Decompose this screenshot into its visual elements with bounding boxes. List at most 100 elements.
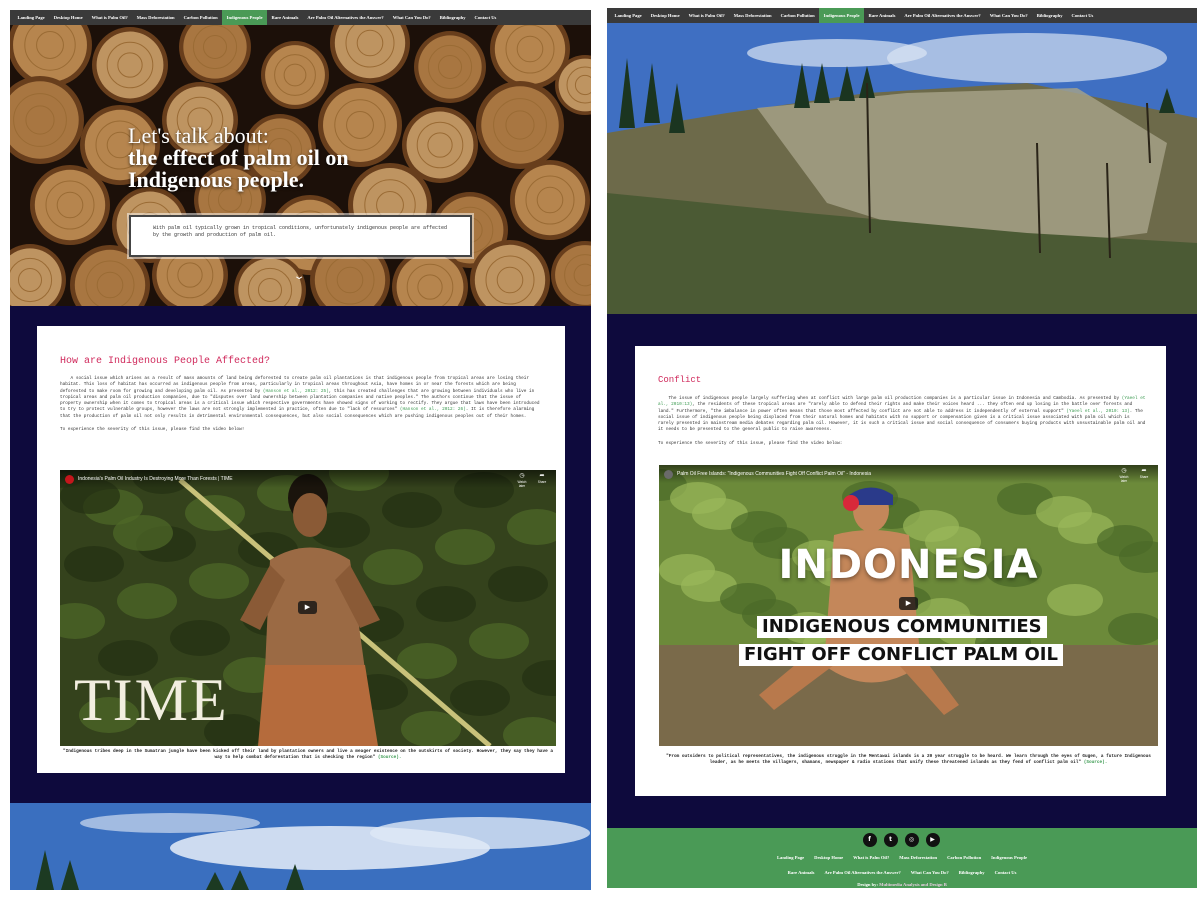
nav-item-what-is-palm-oil[interactable]: What is Palm Oil?	[684, 8, 729, 23]
share-button[interactable]: ➦ Share	[536, 473, 548, 488]
section-heading: Conflict	[658, 375, 702, 385]
loincloth	[258, 665, 378, 746]
nav-item-bibliography[interactable]: Bibliography	[435, 10, 470, 25]
nav-item-landing-page[interactable]: Landing Page	[610, 8, 646, 23]
video-actions: ◷ Watch later ➦ Share	[1118, 468, 1150, 483]
cloud	[747, 39, 927, 67]
landscape-photo	[607, 23, 1197, 314]
footer-link-indigenous-people[interactable]: Indigenous People	[986, 855, 1032, 860]
video-prompt: To experience the severity of this issue…	[60, 427, 245, 433]
footer-link-rare-animals[interactable]: Rare Animals	[783, 870, 820, 875]
nav-item-carbon-pollution[interactable]: Carbon Pollution	[179, 10, 222, 25]
watch-later-button[interactable]: ◷ Watch later	[516, 473, 528, 488]
cloud	[887, 33, 1167, 83]
foliage	[488, 566, 548, 602]
nav-item-mass-deforestation[interactable]: Mass Deforestation	[729, 8, 776, 23]
top-nav: Landing Page Desktop Home What is Palm O…	[607, 8, 1197, 23]
video-title[interactable]: Palm Oil Free Islands: "Indigenous Commu…	[677, 471, 871, 477]
cloud	[80, 813, 260, 833]
twitter-icon[interactable]: t	[883, 833, 898, 847]
foliage	[435, 529, 495, 565]
footer-link-carbon-pollution[interactable]: Carbon Pollution	[942, 855, 986, 860]
foliage	[170, 620, 230, 656]
content-card: How are Indigenous People Affected? A so…	[37, 326, 565, 773]
foliage	[903, 510, 959, 542]
foliage	[189, 563, 249, 599]
share-icon: ➦	[1141, 468, 1147, 474]
video-title-bar: Indonesia's Palm Oil Industry Is Destroy…	[60, 470, 556, 488]
footer-link-landing-page[interactable]: Landing Page	[772, 855, 809, 860]
footer-link-bibliography[interactable]: Bibliography	[954, 870, 990, 875]
footer-link-contact-us[interactable]: Contact Us	[990, 870, 1022, 875]
design-credit: Design by: Multimedia Analysis and Desig…	[857, 882, 947, 887]
nav-item-contact-us[interactable]: Contact Us	[470, 10, 501, 25]
footer-nav-row-1: Landing Page Desktop Home What is Palm O…	[607, 855, 1197, 860]
foliage	[731, 511, 787, 543]
share-icon: ➦	[539, 473, 545, 479]
nav-item-mass-deforestation[interactable]: Mass Deforestation	[132, 10, 179, 25]
nav-item-contact-us[interactable]: Contact Us	[1067, 8, 1098, 23]
section-body: A social issue which arises as a result …	[60, 376, 540, 433]
nav-item-alternatives[interactable]: Are Palm Oil Alternatives the Answer?	[303, 10, 388, 25]
play-button[interactable]: ▶	[298, 601, 317, 614]
play-button[interactable]: ▶	[899, 597, 918, 610]
cloud	[370, 817, 590, 849]
foliage	[382, 492, 442, 528]
embedded-video[interactable]: TIME Indonesia's Palm Oil Industry Is De…	[60, 470, 556, 746]
embedded-video[interactable]: INDONESIA INDIGENOUS COMMUNITIES FIGHT O…	[659, 465, 1158, 746]
channel-logo[interactable]	[65, 474, 74, 484]
source-link[interactable]: (Source).	[378, 755, 402, 760]
foliage	[450, 680, 510, 716]
video-actions: ◷ Watch later ➦ Share	[516, 473, 548, 488]
foliage	[670, 482, 726, 514]
left-page-screenshot: Landing Page Desktop Home What is Palm O…	[10, 10, 591, 890]
site-footer: f t ◎ ▶ Landing Page Desktop Home What i…	[607, 828, 1197, 888]
video-caption: "Indigenous tribes deep in the Sumatran …	[62, 749, 554, 760]
body-paragraph: The issue of indigenous people largely s…	[658, 396, 1146, 433]
citation-link[interactable]: (Hanson et al., 2012: 26)	[400, 407, 466, 412]
footer-link-alternatives[interactable]: Are Palm Oil Alternatives the Answer?	[819, 870, 905, 875]
nav-item-bibliography[interactable]: Bibliography	[1032, 8, 1067, 23]
video-prompt: To experience the severity of this issue…	[658, 440, 843, 446]
facebook-icon[interactable]: f	[862, 833, 877, 847]
clock-icon: ◷	[519, 473, 525, 479]
nav-item-indigenous-people[interactable]: Indigenous People	[819, 8, 865, 23]
nav-item-carbon-pollution[interactable]: Carbon Pollution	[776, 8, 819, 23]
clock-icon: ◷	[1121, 468, 1127, 474]
citation-link[interactable]: (Hanson et al., 2012: 25)	[263, 389, 329, 394]
time-brand-logo: TIME	[74, 667, 229, 733]
source-link[interactable]: (Source).	[1084, 760, 1108, 765]
nav-item-alternatives[interactable]: Are Palm Oil Alternatives the Answer?	[900, 8, 985, 23]
foliage	[1036, 496, 1092, 528]
foliage	[113, 515, 173, 551]
share-button[interactable]: ➦ Share	[1138, 468, 1150, 483]
foliage	[1047, 584, 1103, 616]
watch-later-button[interactable]: ◷ Watch later	[1118, 468, 1130, 483]
nav-item-landing-page[interactable]: Landing Page	[13, 10, 49, 25]
foliage	[469, 623, 529, 659]
chevron-down-icon[interactable]: ⌄	[293, 271, 306, 282]
youtube-icon[interactable]: ▶	[925, 833, 940, 847]
video-caption: "From outsiders to political representat…	[666, 754, 1151, 765]
section-heading: How are Indigenous People Affected?	[60, 356, 271, 367]
hero-intro-box: With palm oil typically grown in tropica…	[129, 215, 472, 257]
footer-link-desktop-home[interactable]: Desktop Home	[809, 855, 848, 860]
nav-item-desktop-home[interactable]: Desktop Home	[646, 8, 684, 23]
nav-item-rare-animals[interactable]: Rare Animals	[267, 10, 303, 25]
channel-logo[interactable]	[664, 469, 673, 479]
nav-item-what-is-palm-oil[interactable]: What is Palm Oil?	[87, 10, 132, 25]
video-title[interactable]: Indonesia's Palm Oil Industry Is Destroy…	[78, 476, 233, 482]
instagram-icon[interactable]: ◎	[904, 833, 919, 847]
nav-item-what-can-you-do[interactable]: What Can You Do?	[388, 10, 435, 25]
footer-nav-row-2: Rare Animals Are Palm Oil Alternatives t…	[607, 870, 1197, 875]
nav-item-desktop-home[interactable]: Desktop Home	[49, 10, 87, 25]
foliage	[363, 549, 423, 585]
citation-link[interactable]: (Yaeel et al., 2010: 13)	[1066, 409, 1129, 414]
footer-link-what-is-palm-oil[interactable]: What is Palm Oil?	[848, 855, 894, 860]
nav-item-what-can-you-do[interactable]: What Can You Do?	[985, 8, 1032, 23]
section-body: The issue of indigenous people largely s…	[658, 396, 1146, 447]
nav-item-indigenous-people[interactable]: Indigenous People	[222, 10, 268, 25]
footer-link-mass-deforestation[interactable]: Mass Deforestation	[894, 855, 942, 860]
nav-item-rare-animals[interactable]: Rare Animals	[864, 8, 900, 23]
footer-link-what-can-you-do[interactable]: What Can You Do?	[906, 870, 954, 875]
